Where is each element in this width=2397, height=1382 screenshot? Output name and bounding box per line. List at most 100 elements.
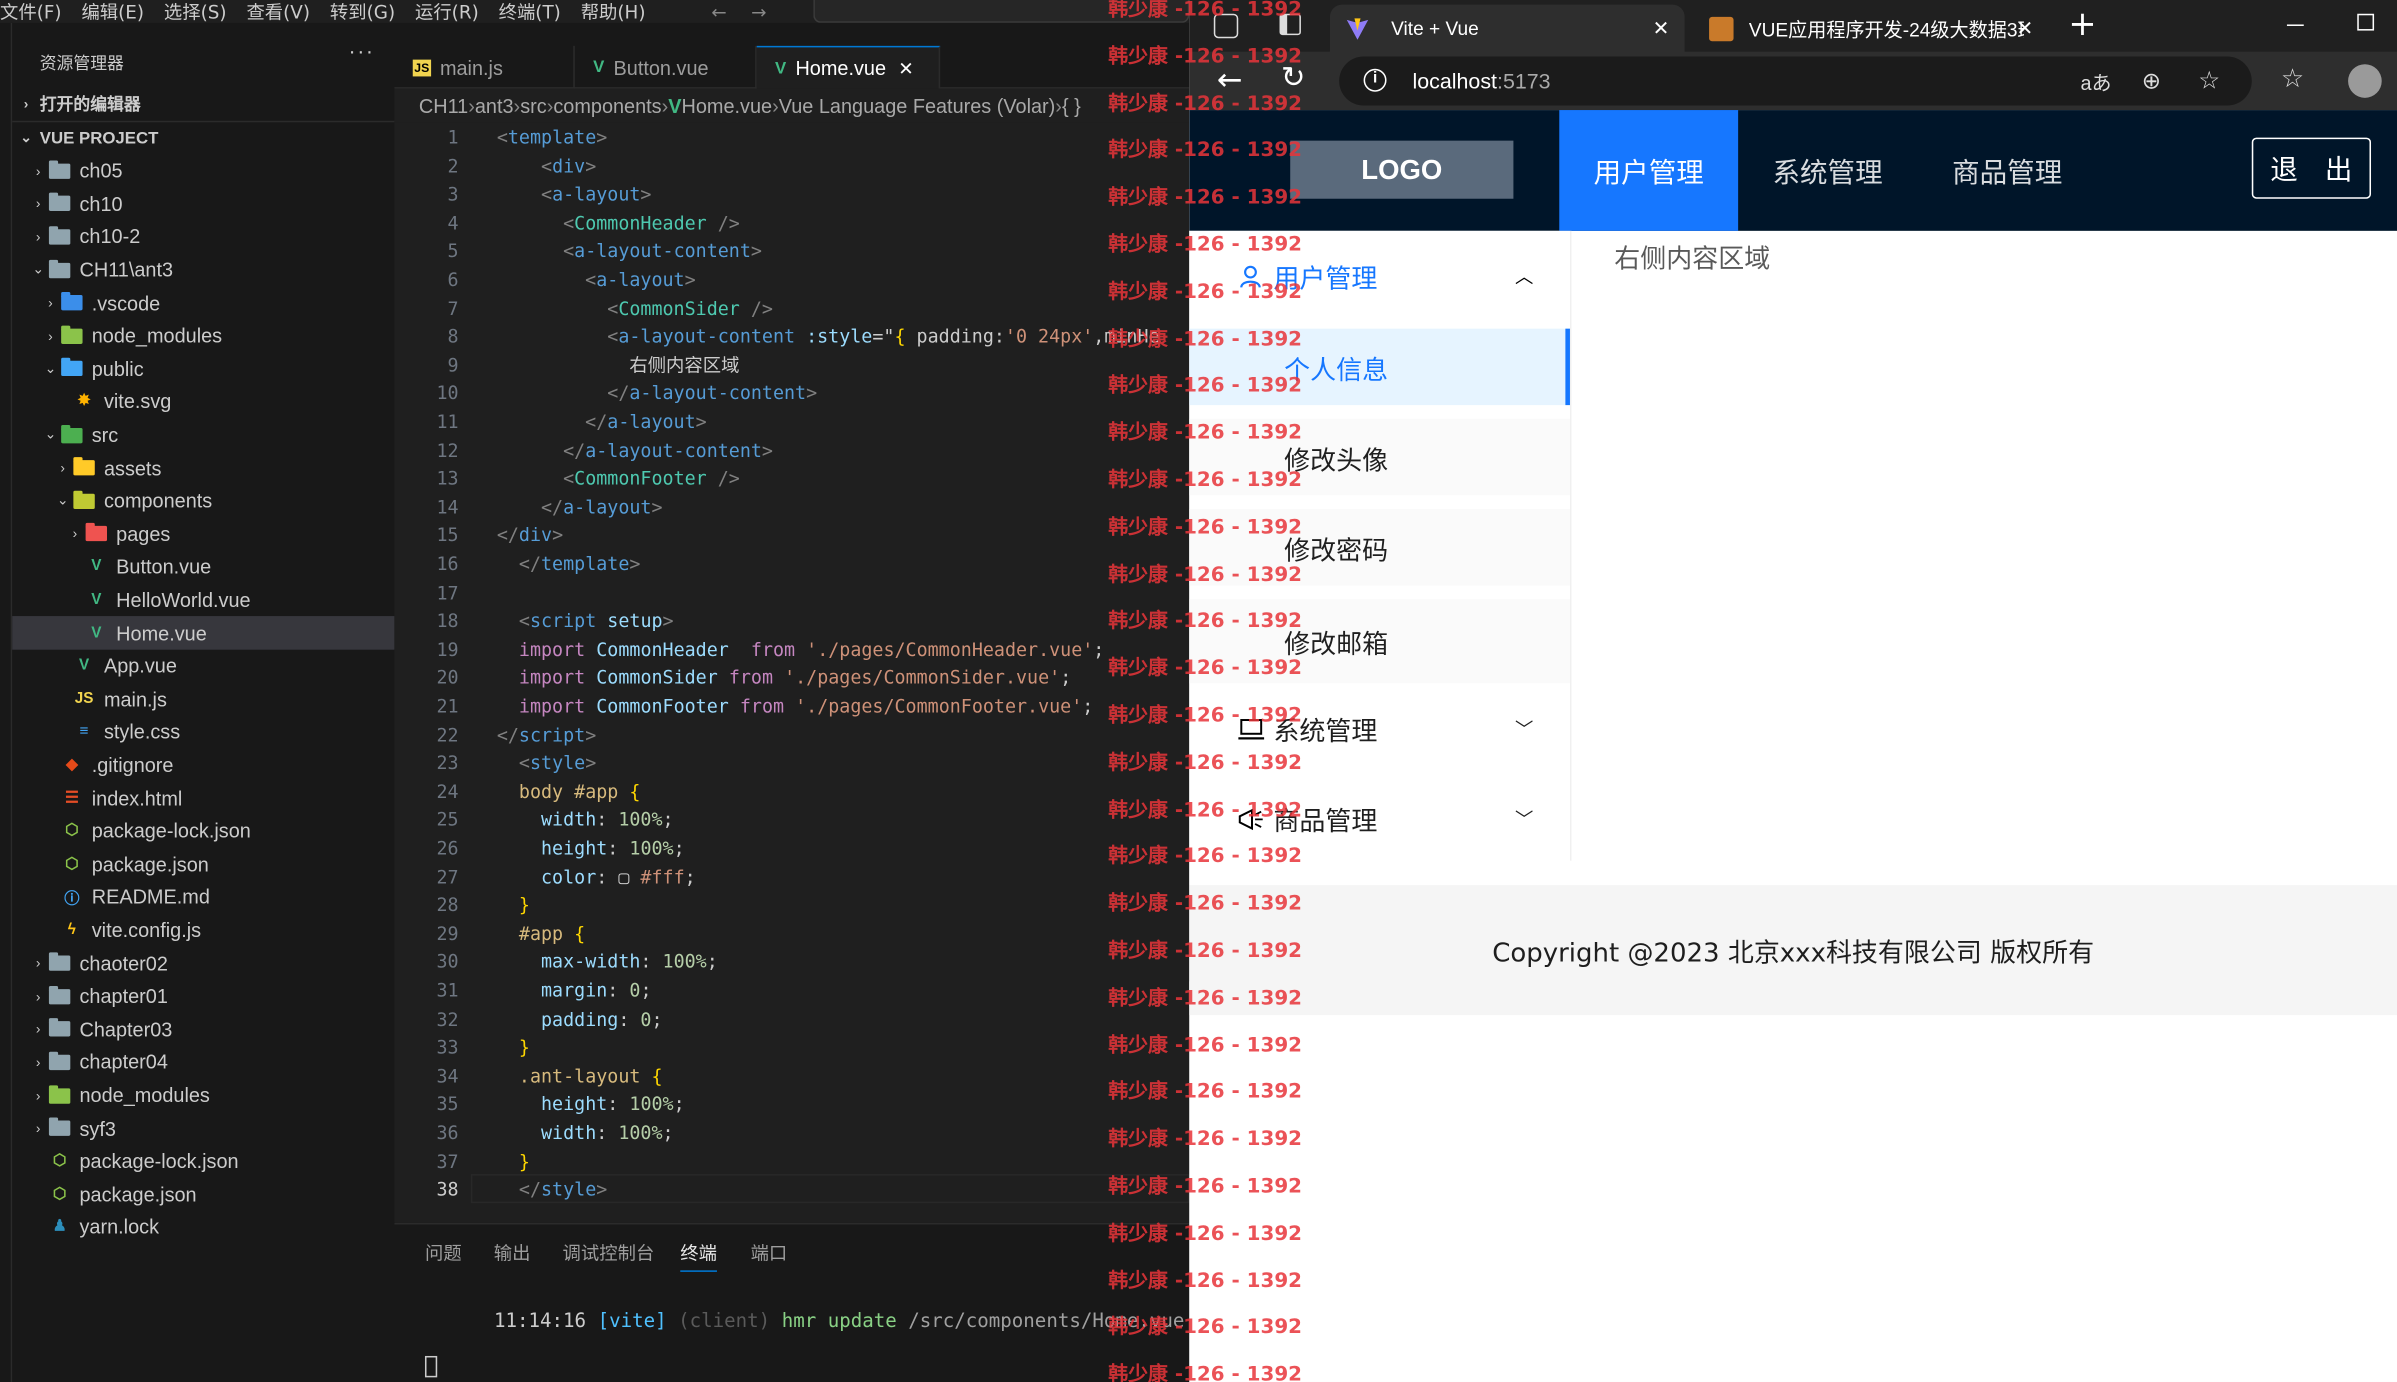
tree-item[interactable]: ≡ style.css [12,716,394,749]
tree-item-label: package-lock.json [91,819,251,843]
top-menu-system[interactable]: 系统管理 [1738,110,1917,231]
zoom-icon[interactable]: ⊕ [2142,67,2161,95]
editor-tab[interactable]: V Button.vue [575,45,757,89]
panel-tab[interactable]: 端口 [751,1240,788,1266]
profile-avatar[interactable] [2348,64,2382,98]
open-editors-section[interactable]: › 打开的编辑器 [12,87,394,121]
tree-item[interactable]: JS main.js [12,683,394,716]
browser-tab-course[interactable]: VUE应用程序开发-24级大数据3班 ✕ [1700,5,2049,52]
maximize-icon[interactable] [2357,13,2375,31]
tree-item[interactable]: V App.vue [12,650,394,683]
tree-item[interactable]: ⬡ package.json [12,1178,394,1211]
favorite-star-icon[interactable]: ☆ [2198,66,2220,97]
menu-item[interactable]: 终端(T) [499,2,561,20]
close-icon[interactable]: ✕ [898,57,913,78]
watermark-text: 韩少康 -126 - 1392 [1108,798,1302,822]
tree-item-label: Home.vue [116,621,207,645]
minimize-icon[interactable] [2286,24,2304,26]
tree-item[interactable]: › .vscode [12,286,394,319]
tree-item[interactable]: ⬡ package-lock.json [12,1145,394,1178]
folder-icon [48,1117,71,1137]
tree-item[interactable]: ⓘ README.md [12,881,394,914]
tree-item-label: package.json [79,1183,197,1206]
tree-item-label: .gitignore [91,753,174,777]
tree-item[interactable]: ✸ vite.svg [12,386,394,419]
menu-item[interactable]: 转到(G) [330,2,395,20]
tree-item-label: index.html [91,786,183,810]
site-info-icon[interactable]: i [1363,68,1387,92]
menu-item[interactable]: 选择(S) [164,2,227,20]
line-number: 9 [447,354,459,376]
tree-item[interactable]: › Chapter03 [12,1013,394,1046]
menu-item[interactable]: 查看(V) [246,2,310,20]
logout-button[interactable]: 退 出 [2251,137,2372,199]
code-editor[interactable]: 1 <template> 2 <div> 3 <a-layout> 4 <CommonH… [394,122,1190,1223]
tree-item[interactable]: V HelloWorld.vue [12,584,394,617]
tree-item[interactable]: › syf3 [12,1112,394,1145]
breadcrumb-item[interactable]: Home.vue [682,94,773,117]
back-arrow-icon[interactable]: ← [711,2,726,20]
tree-item[interactable]: › assets [12,452,394,485]
close-tab-icon[interactable]: ✕ [1653,16,1670,40]
menu-item[interactable]: 运行(R) [415,2,479,20]
tree-item[interactable]: › ch10 [12,187,394,220]
tree-item[interactable]: ⌄ src [12,419,394,452]
tree-item[interactable]: ☰ index.html [12,782,394,815]
terminal-output[interactable]: 11:14:16 [vite] (client) hmr update /src… [424,1286,1184,1382]
tree-item[interactable]: ⬡ package-lock.json [12,815,394,848]
new-tab-button[interactable]: + [2068,6,2096,44]
top-menu-product[interactable]: 商品管理 [1917,110,2097,231]
breadcrumb-item[interactable]: components [553,94,661,117]
tree-item[interactable]: › chapter01 [12,980,394,1013]
panel-tab[interactable]: 终端 [680,1240,717,1272]
tree-item[interactable]: › ch05 [12,154,394,187]
forward-arrow-icon[interactable]: → [751,2,766,20]
code-line: <CommonHeader /> [563,212,740,234]
breadcrumb-item[interactable]: { } [1062,94,1081,117]
code-line: 右侧内容区域 [496,354,740,376]
tree-item[interactable]: ϟ vite.config.js [12,914,394,947]
code-line: <CommonSider /> [607,297,773,319]
tree-item[interactable]: ⬡ package.json [12,848,394,881]
tree-item[interactable]: › node_modules [12,319,394,352]
tree-item-label: vite.svg [103,390,172,414]
tree-item[interactable]: › node_modules [12,1079,394,1112]
line-number: 37 [436,1150,459,1172]
browser-tab-vite[interactable]: Vite + Vue ✕ [1329,4,1685,52]
tree-item[interactable]: V Home.vue [12,616,395,650]
favorites-icon[interactable]: ☆ [2281,64,2304,95]
project-section[interactable]: ⌄ VUE PROJECT [12,120,395,155]
editor-tab[interactable]: JS main.js [394,45,575,89]
breadcrumb-item[interactable]: Vue Language Features (Volar) [779,94,1056,117]
editor-tab[interactable]: V Home.vue ✕ [756,45,941,89]
tree-item[interactable]: ⌄ components [12,485,394,518]
breadcrumb-item[interactable]: src [520,94,547,117]
breadcrumb-item[interactable]: ant3 [475,94,514,117]
tree-item[interactable]: V Button.vue [12,551,394,584]
panel-tab[interactable]: 调试控制台 [563,1240,655,1266]
more-actions-icon[interactable]: ··· [349,38,375,62]
menu-item[interactable]: 文件(F) [0,2,62,20]
panel-tab[interactable]: 输出 [494,1240,531,1266]
read-aloud-icon[interactable]: aあ [2081,66,2112,95]
tree-item[interactable]: › pages [12,518,394,551]
tree-item[interactable]: › chaoter02 [12,947,394,980]
breadcrumb-item[interactable]: CH11 [419,94,468,117]
code-line: import CommonHeader from './pages/Common… [518,638,1105,661]
chevron-right-icon: › [48,328,53,344]
top-menu-user[interactable]: 用户管理 [1559,110,1739,231]
close-tab-icon[interactable]: ✕ [2016,16,2033,40]
folder-icon [48,952,71,972]
tree-item[interactable]: › ch10-2 [12,220,394,253]
url-input[interactable]: i localhost:5173 aあ ⊕ ☆ [1339,56,2252,106]
tree-item[interactable]: ⌄ public [12,353,394,386]
panel-tab[interactable]: 问题 [425,1240,462,1266]
tree-item[interactable]: ◆ .gitignore [12,749,394,782]
menu-item[interactable]: 编辑(E) [81,2,144,20]
tree-item[interactable]: › chapter04 [12,1046,394,1079]
code-line: margin: 0; [541,979,652,1002]
tree-item[interactable]: ♟ yarn.lock [12,1211,394,1244]
menu-item[interactable]: 帮助(H) [581,2,646,20]
tree-item[interactable]: ⌄ CH11\ant3 [12,253,394,286]
code-line: } [518,1036,530,1059]
